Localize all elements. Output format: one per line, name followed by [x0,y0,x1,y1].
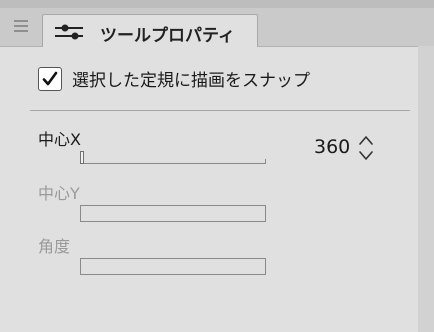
center-x-stepper-icon[interactable] [356,134,376,162]
center-x-slider-end [265,159,266,164]
center-y-slider [80,205,266,222]
center-x-label: 中心X [38,130,81,149]
center-y-label: 中心Y [38,184,80,203]
center-x-slider[interactable] [80,150,266,164]
angle-label: 角度 [38,237,71,256]
snap-option: 選択した定規に描画をスナップ [38,66,310,91]
center-x-slider-track [80,163,266,164]
window-top-border [0,0,434,8]
center-x-value[interactable]: 360 [314,136,350,158]
snap-checkbox-label[interactable]: 選択した定規に描画をスナップ [72,66,310,91]
angle-slider [80,258,266,275]
section-divider [30,110,410,111]
panel-right-edge [418,46,434,332]
sliders-icon [55,24,83,40]
center-x-slider-thumb[interactable] [80,151,84,164]
panel-menu-icon[interactable] [14,20,28,34]
tab-tool-properties[interactable]: ツールプロパティ [42,14,258,47]
panel-tab-strip: ツールプロパティ [0,8,434,47]
snap-checkbox[interactable] [38,66,62,91]
checkmark-icon [42,71,58,85]
tab-label: ツールプロパティ [100,26,235,46]
